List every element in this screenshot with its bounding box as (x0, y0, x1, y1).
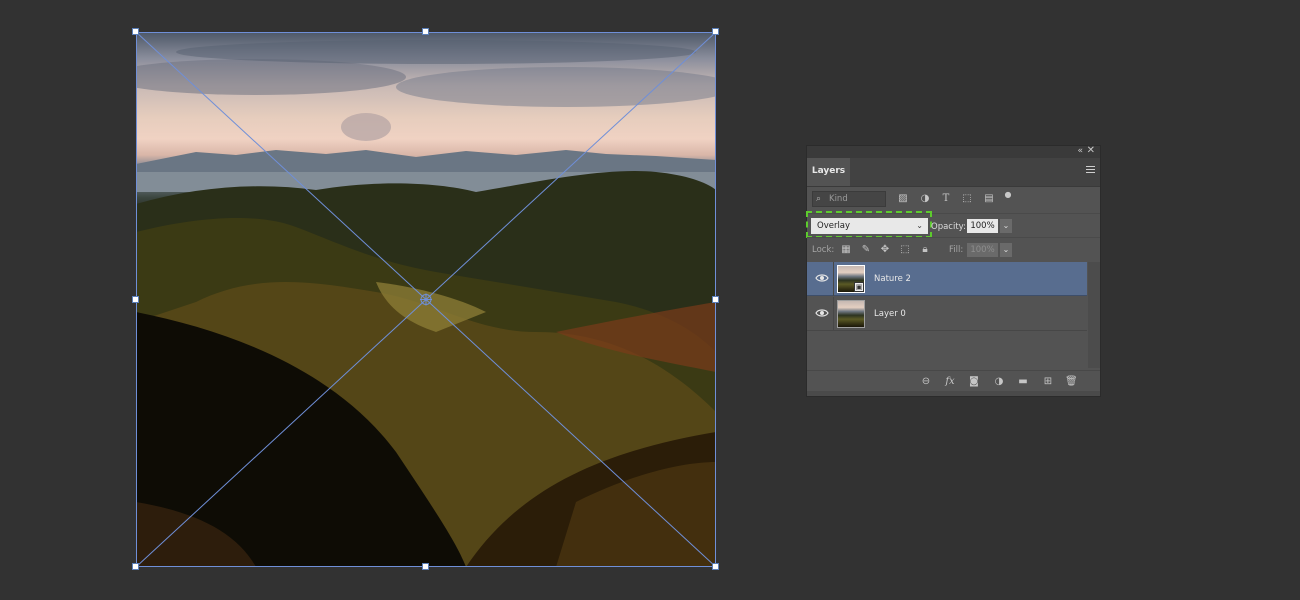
new-layer-icon[interactable]: ⊞ (1042, 376, 1054, 388)
blend-row: Overlay ⌄ Opacity: 100% ⌄ (806, 211, 1100, 238)
fx-icon[interactable]: fx (944, 376, 956, 388)
filter-kind-select[interactable]: ⌕ Kind (812, 191, 886, 207)
panel-menu-icon[interactable] (1086, 166, 1095, 175)
lock-image-icon[interactable]: ✎ (860, 244, 872, 256)
layers-scrollbar[interactable] (1088, 262, 1100, 368)
transform-handle-right[interactable] (712, 296, 719, 303)
layer-thumbnail[interactable]: ▣ (837, 265, 865, 293)
filter-toggle-icon[interactable]: ● (1002, 189, 1014, 201)
collapse-panel-icon[interactable]: « (1077, 146, 1083, 156)
type-filter-icon[interactable]: T (940, 193, 952, 205)
shape-filter-icon[interactable]: ⬚ (961, 193, 973, 205)
panel-title-bar: « ✕ (807, 145, 1100, 158)
layer-name[interactable]: Layer 0 (874, 309, 906, 319)
transform-handle-left[interactable] (132, 296, 139, 303)
document-canvas[interactable] (132, 28, 719, 570)
transform-handle-top-left[interactable] (132, 28, 139, 35)
add-mask-icon[interactable]: ◙ (968, 376, 980, 388)
transform-handle-bottom-right[interactable] (712, 563, 719, 570)
visibility-toggle[interactable] (807, 262, 834, 296)
opacity-dropdown-icon[interactable]: ⌄ (1000, 219, 1012, 233)
smart-object-badge-icon: ▣ (854, 282, 864, 292)
opacity-input[interactable]: 100% (967, 219, 998, 233)
lock-transparent-icon[interactable]: ▦ (840, 244, 852, 256)
layer-name[interactable]: Nature 2 (874, 274, 911, 284)
delete-layer-icon[interactable]: 🗑︎ (1065, 376, 1078, 388)
transform-handle-bottom-left[interactable] (132, 563, 139, 570)
fill-input[interactable]: 100% (967, 243, 998, 257)
visibility-toggle[interactable] (807, 297, 834, 331)
adjustment-filter-icon[interactable]: ◑ (919, 193, 931, 205)
search-icon: ⌕ (816, 194, 822, 204)
transform-handle-bottom[interactable] (422, 563, 429, 570)
link-layers-icon[interactable]: ⊖ (920, 376, 932, 388)
panel-tab-bar: Layers (807, 158, 1100, 187)
fill-dropdown-icon[interactable]: ⌄ (1000, 243, 1012, 257)
transform-handle-top[interactable] (422, 28, 429, 35)
image-filter-icon[interactable]: ▨ (897, 193, 909, 205)
blend-mode-highlight (806, 211, 932, 238)
tab-layers[interactable]: Layers (807, 158, 850, 186)
panel-bottom-strip (807, 391, 1100, 396)
layers-list: ▣ Nature 2 Layer 0 (807, 262, 1088, 368)
layer-row-layer-0[interactable]: Layer 0 (807, 297, 1087, 331)
lock-artboard-icon[interactable]: ⬚ (899, 244, 911, 256)
lock-label: Lock: (812, 245, 835, 255)
new-group-icon[interactable]: ▬ (1017, 376, 1029, 388)
lock-position-icon[interactable]: ✥ (879, 244, 891, 256)
filter-kind-placeholder: Kind (829, 194, 848, 204)
lock-row: Lock: ▦ ✎ ✥ ⬚ 🔒︎ Fill: 100% ⌄ (807, 237, 1100, 262)
new-adjustment-icon[interactable]: ◑ (993, 376, 1005, 388)
opacity-label: Opacity: (931, 222, 966, 232)
close-panel-icon[interactable]: ✕ (1087, 145, 1095, 156)
eye-icon (815, 309, 829, 317)
transform-guides (135, 31, 717, 568)
layer-row-nature-2[interactable]: ▣ Nature 2 (807, 262, 1087, 296)
fill-label: Fill: (949, 245, 964, 255)
smart-object-filter-icon[interactable]: ▤ (983, 193, 995, 205)
panel-footer: ⊖ fx ◙ ◑ ▬ ⊞ 🗑︎ (807, 370, 1100, 391)
layer-filter-row: ⌕ Kind ▨ ◑ T ⬚ ▤ ● (807, 187, 1100, 213)
layer-thumbnail[interactable] (837, 300, 865, 328)
transform-handle-top-right[interactable] (712, 28, 719, 35)
lock-all-icon[interactable]: 🔒︎ (919, 244, 931, 256)
eye-icon (815, 274, 829, 282)
layers-panel: « ✕ Layers ⌕ Kind ▨ ◑ T ⬚ ▤ ● Overlay ⌄ … (806, 145, 1101, 397)
